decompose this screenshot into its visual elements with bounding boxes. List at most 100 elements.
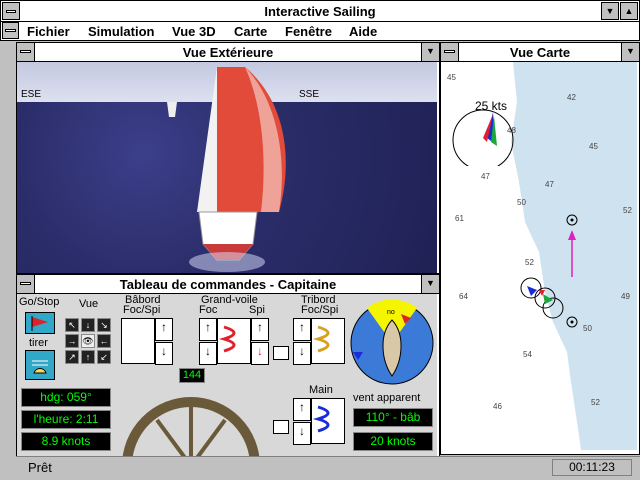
menu-aide[interactable]: Aide	[349, 24, 377, 39]
wind-speed-label: 25 kts	[475, 99, 508, 113]
spi-label: Spi	[249, 304, 265, 316]
rope-icon	[218, 325, 236, 353]
eye-icon[interactable]: 👁	[81, 334, 95, 348]
maximize-button[interactable]: ▲	[620, 2, 638, 20]
babord-winch[interactable]	[121, 318, 155, 364]
trim-chart-icon[interactable]	[273, 346, 289, 360]
tirer-label: tirer	[29, 337, 48, 349]
menu-carte[interactable]: Carte	[234, 24, 267, 39]
view-down-left-button[interactable]: ↙	[97, 350, 111, 364]
trim-chart-icon[interactable]	[273, 420, 289, 434]
tirer-button[interactable]	[25, 350, 55, 380]
mdi-system-menu-icon[interactable]	[2, 22, 19, 39]
exterior-view-titlebar: Vue Extérieure ▼	[17, 43, 439, 62]
depth-sounding: 64	[459, 292, 468, 301]
depth-sounding: 45	[589, 142, 598, 151]
depth-sounding: 48	[507, 126, 516, 135]
view-up-button[interactable]: ↑	[81, 350, 95, 364]
time-readout: l'heure: 2:11	[21, 410, 111, 429]
controls-panel: Go/Stop tirer Vue ↖ ↓ ↘ → 👁 ← ↗ ↑ ↙ Bâbo…	[17, 294, 437, 466]
view-up-right-button[interactable]: ↗	[65, 350, 79, 364]
view-down-button[interactable]: ↓	[81, 318, 95, 332]
view-right-button[interactable]: →	[65, 334, 79, 348]
depth-sounding: 47	[481, 172, 490, 181]
speed-readout: 8.9 knots	[21, 432, 111, 451]
view-down-right-button[interactable]: ↘	[97, 318, 111, 332]
steering-wheel[interactable]	[121, 386, 261, 466]
status-clock: 00:11:23	[552, 459, 632, 476]
controls-title: Tableau de commandes - Capitaine	[119, 277, 337, 292]
controls-minimize-button[interactable]: ▼	[421, 275, 439, 293]
apparent-wind-gauge: no	[350, 300, 434, 385]
depth-sounding: 50	[517, 198, 526, 207]
main-down-button[interactable]: ↓	[293, 422, 311, 445]
tribord-foc-spi-label: Foc/Spi	[301, 304, 339, 316]
babord-up-button[interactable]: ↑	[155, 318, 173, 341]
status-bar: Prêt 00:11:23	[16, 456, 640, 478]
go-stop-label: Go/Stop	[19, 296, 60, 308]
wind-angle-readout: 110° - bâb	[353, 408, 433, 427]
map-system-menu-icon[interactable]	[441, 43, 459, 61]
babord-foc-spi-label: Foc/Spi	[123, 304, 161, 316]
map-view-titlebar: Vue Carte ▼	[441, 43, 639, 62]
depth-sounding: 52	[591, 398, 600, 407]
flag-icon	[31, 316, 48, 331]
view-left-button[interactable]: ←	[97, 334, 111, 348]
spi-down-button[interactable]: ↓	[251, 342, 269, 365]
depth-sounding: 54	[523, 350, 532, 359]
depth-sounding: 50	[583, 324, 592, 333]
foc-up-button[interactable]: ↑	[199, 318, 217, 341]
menu-vue-3d[interactable]: Vue 3D	[172, 24, 216, 39]
wheel-value-readout: 144	[179, 368, 205, 383]
foc-label: Foc	[199, 304, 218, 316]
spi-up-button[interactable]: ↑	[251, 318, 269, 341]
map-minimize-button[interactable]: ▼	[621, 43, 639, 61]
foc-down-button[interactable]: ↓	[199, 342, 217, 365]
app-title: Interactive Sailing	[264, 4, 376, 19]
tribord-up-button[interactable]: ↑	[293, 318, 311, 341]
exterior-view-title: Vue Extérieure	[182, 45, 274, 60]
depth-sounding: 42	[567, 93, 576, 102]
wind-speed-readout: 20 knots	[353, 432, 433, 451]
rope-icon	[312, 325, 330, 353]
menu-fenetre[interactable]: Fenêtre	[285, 24, 332, 39]
controls-system-menu-icon[interactable]	[17, 275, 35, 293]
exterior-3d-scene[interactable]: ESE SSE	[17, 62, 437, 273]
main-winch[interactable]	[311, 398, 345, 444]
exterior-system-menu-icon[interactable]	[17, 43, 35, 61]
tribord-down-button[interactable]: ↓	[293, 342, 311, 365]
map-view-window: Vue Carte ▼ 25 kts 45 42 48 45 47 47 50 …	[440, 42, 640, 455]
babord-down-button[interactable]: ↓	[155, 342, 173, 365]
depth-sounding: 47	[545, 180, 554, 189]
controls-titlebar: Tableau de commandes - Capitaine ▼	[17, 275, 439, 294]
app-system-menu-icon[interactable]	[2, 2, 20, 20]
depth-sounding: 46	[493, 402, 502, 411]
tribord-winch[interactable]	[311, 318, 345, 364]
exterior-view-window: Vue Extérieure ▼ ESE SSE	[16, 42, 440, 274]
controls-window: Tableau de commandes - Capitaine ▼ Go/St…	[16, 274, 440, 466]
map-view-title: Vue Carte	[509, 45, 571, 60]
menu-bar: Fichier Simulation Vue 3D Carte Fenêtre …	[0, 22, 640, 41]
menu-simulation[interactable]: Simulation	[88, 24, 154, 39]
vent-apparent-label: vent apparent	[353, 392, 421, 404]
minimize-button[interactable]: ▼	[601, 2, 619, 20]
main-sail	[197, 67, 217, 212]
sailboat-illustration	[167, 67, 286, 272]
depth-sounding: 45	[447, 73, 456, 82]
go-stop-button[interactable]	[25, 312, 55, 334]
distant-boat	[167, 102, 177, 117]
main-up-button[interactable]: ↑	[293, 398, 311, 421]
view-up-left-button[interactable]: ↖	[65, 318, 79, 332]
rope-icon	[312, 405, 330, 433]
app-titlebar: Interactive Sailing ▼ ▲	[0, 0, 640, 22]
exterior-minimize-button[interactable]: ▼	[421, 43, 439, 61]
nautical-chart[interactable]: 25 kts 45 42 48 45 47 47 50 61 52 64 52 …	[441, 62, 637, 450]
hand-pull-icon	[32, 360, 48, 374]
menu-fichier[interactable]: Fichier	[27, 24, 70, 39]
gauge-no-label: no	[387, 309, 395, 316]
depth-sounding: 52	[623, 206, 632, 215]
wake	[189, 252, 265, 272]
grand-voile-winch[interactable]	[217, 318, 251, 364]
status-text: Prêt	[28, 460, 52, 475]
main-label: Main	[309, 384, 333, 396]
